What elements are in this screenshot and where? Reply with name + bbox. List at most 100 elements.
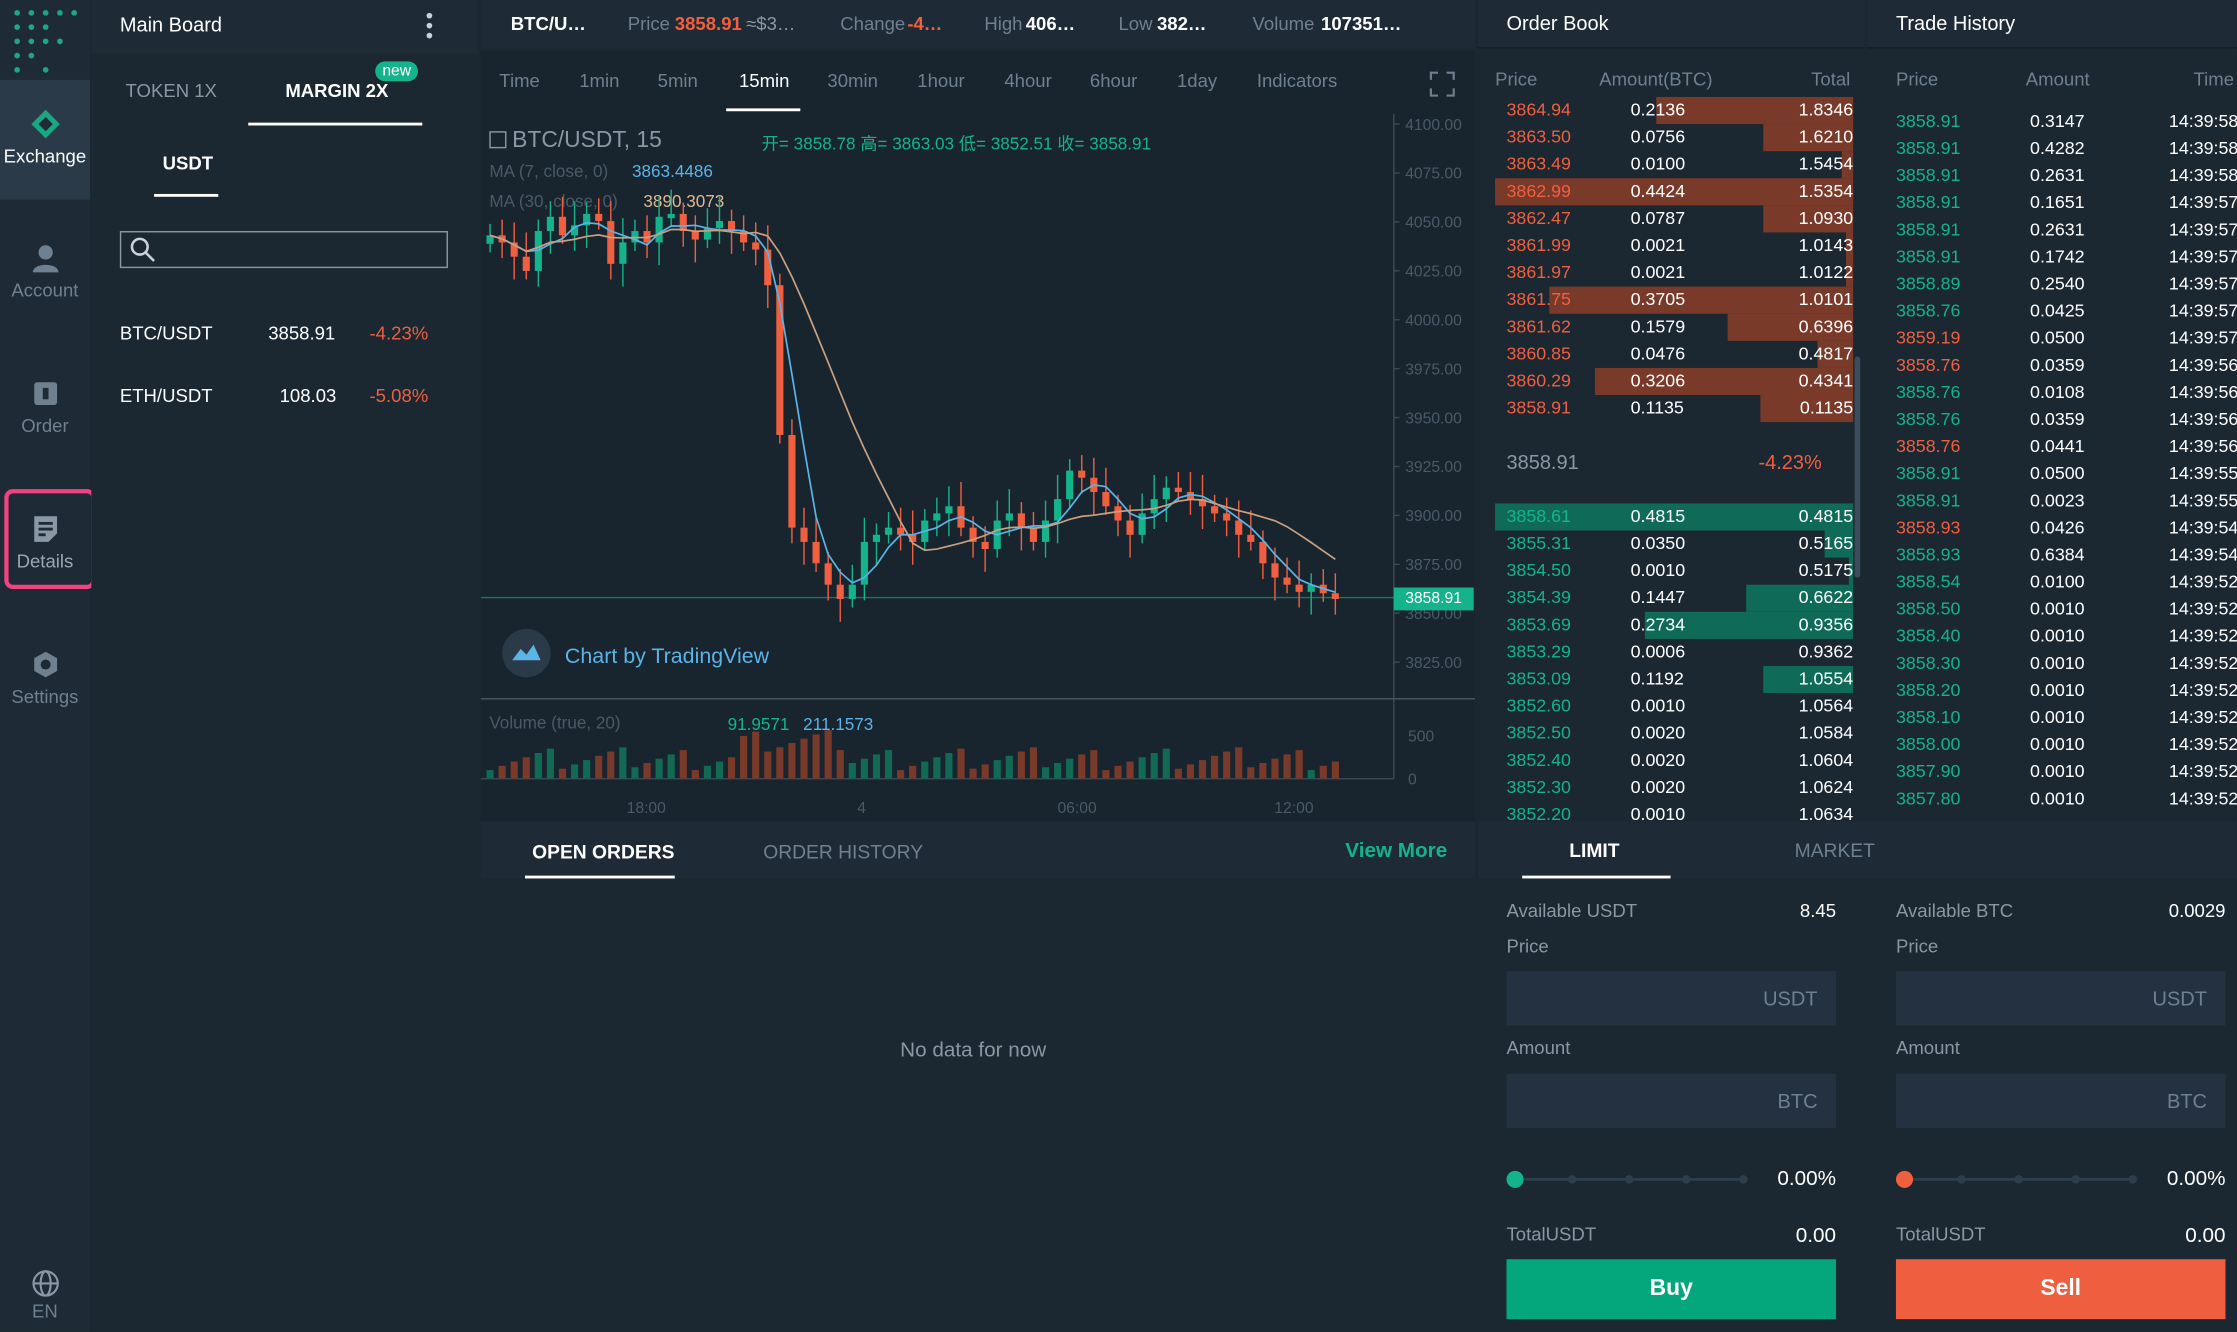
order-book-row[interactable]: 3864.94 0.2136 1.8346 (1478, 96, 1865, 125)
trade-amount: 0.1742 (2030, 246, 2085, 267)
nav-settings[interactable]: Settings (0, 620, 90, 740)
candle-body (691, 231, 699, 240)
tradingview-watermark[interactable]: Chart by TradingView (565, 645, 769, 669)
sell-amount-input[interactable]: BTC (1895, 1073, 2226, 1129)
ob-amount: 0.0010 (1630, 560, 1686, 581)
order-book-row[interactable]: 3862.99 0.4424 1.5354 (1478, 178, 1865, 206)
order-book-row[interactable]: 3860.29 0.3206 0.4341 (1478, 367, 1865, 396)
trade-price: 3858.91 (1895, 111, 1961, 132)
nav-exchange[interactable]: Exchange (0, 79, 90, 200)
volume-bar (764, 751, 772, 779)
timeframe-6hour[interactable]: 6hour (1090, 70, 1137, 91)
timeframe-1day[interactable]: 1day (1177, 70, 1217, 91)
search-box[interactable] (119, 231, 448, 269)
order-book-row[interactable]: 3852.30 0.0020 1.0624 (1478, 774, 1865, 801)
nav-account[interactable]: Account (0, 214, 90, 334)
ob-total: 1.8346 (1798, 99, 1854, 120)
volume-bar (981, 764, 989, 779)
order-book-row[interactable]: 3860.85 0.0476 0.4817 (1478, 340, 1865, 368)
tab-market[interactable]: MARKET (1795, 840, 1875, 861)
order-book-row[interactable]: 3854.50 0.0010 0.5175 (1478, 557, 1865, 585)
trade-price: 3858.40 (1895, 626, 1961, 647)
trade-time: 14:39:56 (2168, 436, 2237, 457)
order-book-row[interactable]: 3861.62 0.1579 0.6396 (1478, 313, 1865, 341)
timeframe-indicators[interactable]: Indicators (1257, 70, 1337, 91)
nav-order[interactable]: Order (0, 349, 90, 469)
trade-row: 3858.91 0.2631 14:39:58 (1867, 163, 2237, 190)
sell-button[interactable]: Sell (1895, 1259, 2226, 1320)
trade-price: 3858.91 (1895, 219, 1961, 240)
market-row-eth[interactable]: ETH/USDT 108.03 -5.08% (91, 376, 476, 439)
order-book-row[interactable]: 3854.39 0.1447 0.6622 (1478, 584, 1865, 612)
amount-unit: BTC (1777, 1089, 1818, 1113)
price-axis-label: 4025.00 (1405, 264, 1462, 281)
sell-price-label: Price (1895, 935, 1939, 957)
volume-bar (909, 765, 917, 779)
candle-body (933, 513, 941, 521)
tab-open-orders[interactable]: OPEN ORDERS (532, 841, 674, 862)
order-book-row[interactable]: 3852.50 0.0020 1.0584 (1478, 720, 1865, 747)
buy-amount-input[interactable]: BTC (1506, 1073, 1837, 1129)
timeframe-1min[interactable]: 1min (579, 70, 619, 91)
ticker-low: 382… (1156, 12, 1207, 35)
sell-total: 0.00 (2185, 1225, 2226, 1248)
order-book-row[interactable]: 3853.29 0.0006 0.9362 (1478, 639, 1865, 666)
timeframe-1hour[interactable]: 1hour (917, 70, 964, 91)
ob-price: 3861.99 (1506, 235, 1571, 256)
tab-token-1x[interactable]: TOKEN 1X (126, 80, 217, 101)
sell-price-input[interactable]: USDT (1895, 971, 2226, 1026)
volume-bar (1162, 748, 1170, 779)
timeframe-4hour[interactable]: 4hour (1004, 70, 1051, 91)
order-book-row[interactable]: 3853.09 0.1192 1.0554 (1478, 665, 1865, 694)
buy-percent-slider[interactable] (1504, 1167, 1758, 1193)
candle-body (1150, 499, 1158, 514)
amount-unit: BTC (2167, 1089, 2207, 1113)
sell-percent-slider[interactable] (1893, 1167, 2147, 1193)
order-book-row[interactable]: 3862.47 0.0787 1.0930 (1478, 205, 1865, 233)
buy-button[interactable]: Buy (1506, 1259, 1837, 1320)
market-panel: Main Board TOKEN 1X MARGIN 2X new USDT B… (91, 0, 478, 1332)
fullscreen-icon[interactable] (1429, 71, 1455, 97)
buy-price-input[interactable]: USDT (1506, 971, 1837, 1026)
ob-price: 3863.50 (1506, 126, 1571, 147)
order-book-row[interactable]: 3853.69 0.2734 0.9356 (1478, 611, 1865, 639)
tab-margin-2x[interactable]: MARGIN 2X (285, 80, 388, 101)
order-book-row[interactable]: 3861.99 0.0021 1.0143 (1478, 232, 1865, 260)
ob-total: 0.4341 (1798, 370, 1854, 391)
order-book-row[interactable]: 3861.97 0.0021 1.0122 (1478, 259, 1865, 287)
ob-amount: 0.0020 (1630, 777, 1686, 798)
order-book-row[interactable]: 3863.49 0.0100 1.5454 (1478, 151, 1865, 179)
order-book-row[interactable]: 3863.50 0.0756 1.6210 (1478, 124, 1865, 152)
order-book-row[interactable]: 3858.61 0.4815 0.4815 (1478, 503, 1865, 531)
timeframe-15min[interactable]: 15min (739, 70, 790, 91)
ob-price: 3852.20 (1506, 804, 1571, 822)
search-input[interactable] (161, 235, 441, 264)
timeframe-5min[interactable]: 5min (658, 70, 698, 91)
volume-bar (691, 770, 699, 779)
trade-price: 3858.54 (1895, 571, 1961, 592)
market-row-btc[interactable]: BTC/USDT 3858.91 -4.23% (91, 314, 476, 377)
order-book-row[interactable]: 3852.20 0.0010 1.0634 (1478, 801, 1865, 821)
order-book-row[interactable]: 3861.75 0.3705 1.0101 (1478, 286, 1865, 314)
order-book-row[interactable]: 3852.40 0.0020 1.0604 (1478, 747, 1865, 774)
price-axis-label: 3950.00 (1405, 410, 1462, 427)
order-book-scrollbar[interactable] (1854, 356, 1861, 578)
order-book-row[interactable]: 3855.31 0.0350 0.5165 (1478, 530, 1865, 558)
order-book-row[interactable]: 3852.60 0.0010 1.0564 (1478, 693, 1865, 720)
timeframe-time[interactable]: Time (499, 70, 540, 91)
more-icon[interactable] (424, 11, 435, 40)
quote-tab-usdt[interactable]: USDT (163, 153, 213, 174)
trade-row: 3858.91 0.0023 14:39:55 (1867, 488, 2237, 515)
orders-tab-underline (524, 875, 675, 879)
candle-body (1235, 520, 1243, 535)
volume-bar (1307, 770, 1315, 779)
language-switch[interactable]: EN (0, 1255, 90, 1332)
tab-order-history[interactable]: ORDER HISTORY (763, 841, 923, 862)
order-book-row[interactable]: 3858.91 0.1135 0.1135 (1478, 395, 1865, 423)
timeframe-30min[interactable]: 30min (827, 70, 878, 91)
ob-amount: 0.1447 (1630, 587, 1686, 608)
tab-limit[interactable]: LIMIT (1569, 840, 1619, 861)
ob-total: 1.0930 (1798, 208, 1854, 229)
view-more-link[interactable]: View More (1345, 840, 1447, 863)
candlestick-chart[interactable]: 4100.00 4075.00 4050.00 4025.00 4000.00 3975.… (480, 114, 1476, 821)
